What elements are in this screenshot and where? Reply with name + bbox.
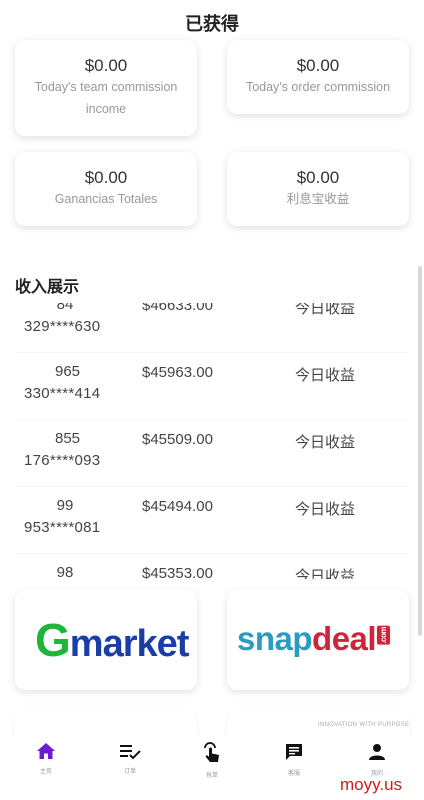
list-item: 98 $45353.00 今日收益 bbox=[15, 554, 409, 579]
row-amount: $45494.00 bbox=[142, 498, 213, 515]
row-type: 今日收益 bbox=[295, 303, 356, 317]
gmarket-brand-card[interactable]: Gmarket bbox=[15, 590, 197, 690]
row-phone: 176****093 bbox=[24, 452, 101, 469]
stat-amount: $0.00 bbox=[84, 56, 128, 75]
list-item: 84 329****630 $46633.00 今日收益 bbox=[15, 303, 409, 353]
stat-card-order-commission: $0.00 Today's order commission bbox=[227, 40, 409, 114]
list-check-icon bbox=[120, 745, 141, 760]
watermark: moyy.us bbox=[340, 775, 403, 794]
stat-label: Today's team commission income bbox=[34, 80, 178, 116]
row-amount: $45353.00 bbox=[142, 565, 213, 579]
person-icon bbox=[369, 744, 385, 760]
row-type: 今日收益 bbox=[295, 434, 356, 451]
row-amount: $46633.00 bbox=[142, 303, 213, 314]
row-amount: $45509.00 bbox=[142, 431, 213, 448]
tab-label: 主页 bbox=[39, 769, 52, 775]
row-phone: 330****414 bbox=[24, 385, 101, 402]
list-item: 965 330****414 $45963.00 今日收益 bbox=[15, 353, 409, 420]
stat-amount: $0.00 bbox=[84, 168, 128, 187]
tab-customer-service[interactable]: 客服 bbox=[264, 742, 324, 777]
tab-orders[interactable]: 订单 bbox=[100, 742, 160, 775]
stat-label: Today's order commission bbox=[245, 80, 391, 94]
tab-label: 抢单 bbox=[205, 773, 218, 779]
row-number: 99 bbox=[56, 497, 74, 514]
list-item: 99 953****081 $45494.00 今日收益 bbox=[15, 487, 409, 554]
row-phone: 953****081 bbox=[24, 519, 101, 536]
snapdeal-logo: snapdeal .com bbox=[237, 620, 391, 657]
tab-grab-order[interactable]: 抢单 bbox=[182, 742, 242, 779]
row-number: 84 bbox=[56, 303, 74, 313]
snapdeal-brand-card[interactable]: snapdeal .com bbox=[227, 590, 409, 690]
row-number: 965 bbox=[55, 363, 81, 380]
stat-amount: $0.00 bbox=[296, 56, 340, 75]
row-phone: 329****630 bbox=[24, 318, 101, 335]
income-list[interactable]: 84 329****630 $46633.00 今日收益 965 330****… bbox=[15, 303, 409, 579]
tab-label: 订单 bbox=[123, 769, 136, 775]
tap-hand-icon bbox=[204, 742, 219, 762]
page-title: 已获得 bbox=[185, 14, 239, 34]
stat-label: Ganancias Totales bbox=[54, 192, 158, 206]
row-amount: $45963.00 bbox=[142, 364, 213, 381]
stat-card-interest-earnings: $0.00 利息宝收益 bbox=[227, 152, 409, 226]
row-number: 855 bbox=[55, 430, 81, 447]
row-type: 今日收益 bbox=[295, 568, 356, 579]
income-section-title: 收入展示 bbox=[15, 279, 80, 296]
brand-tagline: INNOVATION WITH PURPOSE bbox=[318, 722, 410, 728]
stat-amount: $0.00 bbox=[296, 168, 340, 187]
home-icon bbox=[37, 743, 55, 759]
row-type: 今日收益 bbox=[295, 367, 356, 384]
stat-card-total-earnings: $0.00 Ganancias Totales bbox=[15, 152, 197, 226]
row-number: 98 bbox=[56, 564, 74, 579]
tab-label: 客服 bbox=[287, 771, 300, 777]
gmarket-logo: Gmarket bbox=[35, 614, 189, 666]
row-type: 今日收益 bbox=[295, 501, 356, 518]
stat-label: 利息宝收益 bbox=[286, 192, 350, 206]
stat-card-team-commission: $0.00 Today's team commission income bbox=[15, 40, 197, 136]
tab-home[interactable]: 主页 bbox=[16, 742, 76, 775]
chat-icon bbox=[286, 744, 302, 760]
list-item: 855 176****093 $45509.00 今日收益 bbox=[15, 420, 409, 487]
scrollbar[interactable] bbox=[418, 266, 422, 636]
tab-profile[interactable]: 我的 bbox=[347, 742, 407, 777]
